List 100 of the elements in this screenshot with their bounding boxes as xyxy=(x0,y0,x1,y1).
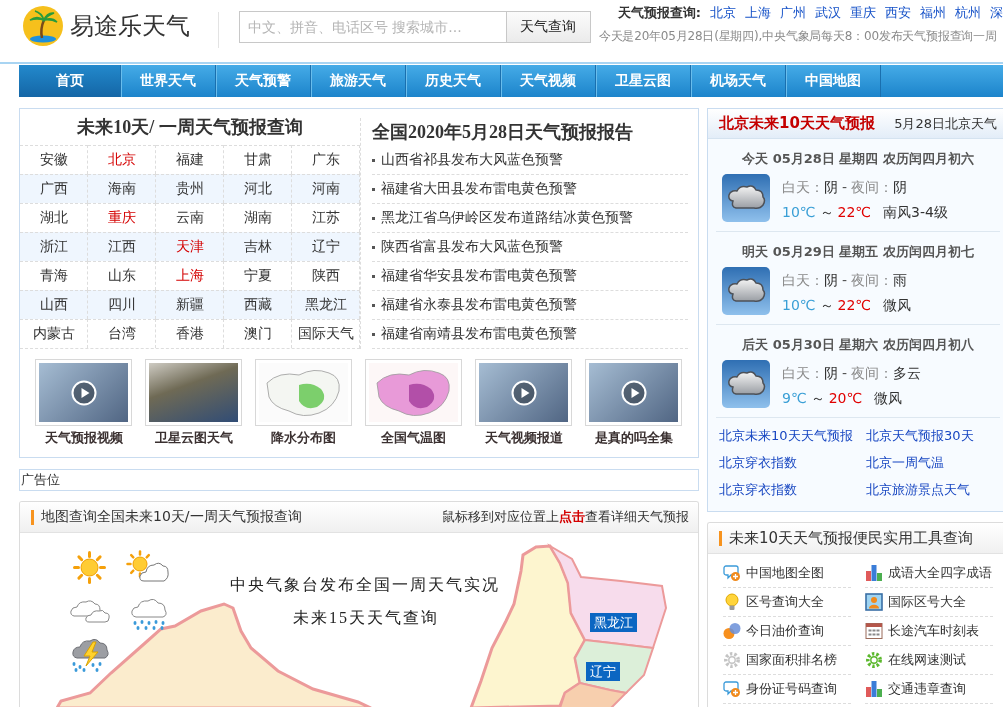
bullet-icon xyxy=(372,158,375,162)
panel-title: 未来10天/ 一周天气预报查询 xyxy=(76,116,304,139)
gear-icon xyxy=(723,651,741,669)
tool-link[interactable]: 国家面积排名榜 xyxy=(723,646,851,675)
play-icon[interactable] xyxy=(70,379,97,406)
search-button[interactable]: 天气查询 xyxy=(506,11,591,43)
province-link[interactable]: 台湾 xyxy=(88,319,156,348)
province-link[interactable]: 浙江 xyxy=(20,232,88,261)
report-title: 全国2020年5月28日天气预报报告 xyxy=(372,121,634,144)
overcast-cloud-icon xyxy=(722,360,770,408)
date-link[interactable]: 5月28日北京天气 xyxy=(894,114,997,133)
cloud-icon xyxy=(69,598,111,623)
video-placeholder[interactable] xyxy=(35,359,132,426)
city-link[interactable]: 武汉 xyxy=(815,4,841,22)
thunderstorm-icon xyxy=(69,636,111,673)
province-label[interactable]: 辽宁 xyxy=(586,662,620,681)
province-link[interactable]: 江西 xyxy=(88,232,156,261)
city-link[interactable]: 北京 xyxy=(710,4,736,22)
warning-link[interactable]: 福建省华安县发布雷电黄色预警 xyxy=(372,262,688,291)
city-link[interactable]: 福州 xyxy=(920,4,946,22)
warning-link[interactable]: 山西省祁县发布大风蓝色预警 xyxy=(372,146,688,175)
forecast-link[interactable]: 北京一周气温 xyxy=(866,449,1003,476)
province-link[interactable]: 贵州 xyxy=(156,174,224,203)
city-link[interactable]: 上海 xyxy=(745,4,771,22)
province-link[interactable]: 海南 xyxy=(88,174,156,203)
portrait-icon xyxy=(865,593,883,611)
province-link[interactable]: 四川 xyxy=(88,290,156,319)
forecast-link[interactable]: 北京旅游景点天气 xyxy=(866,476,1003,503)
province-link[interactable]: 天津 xyxy=(156,232,224,261)
forecast-link[interactable]: 北京穿衣指数 xyxy=(719,476,866,503)
tool-link[interactable]: 交通违章查询 xyxy=(865,675,993,704)
province-link[interactable]: 河南 xyxy=(292,174,360,203)
province-link[interactable]: 吉林 xyxy=(224,232,292,261)
tool-link[interactable]: 长途汽车时刻表 xyxy=(865,617,993,646)
wind-text: 微风 xyxy=(874,389,903,408)
ad-slot: 广告位 xyxy=(19,469,699,491)
tool-link[interactable]: 今日油价查询 xyxy=(723,617,851,646)
bullet-icon xyxy=(372,274,375,278)
province-link[interactable]: 国际天气 xyxy=(292,319,360,348)
tool-link[interactable]: 在线网速测试 xyxy=(865,646,993,675)
tool-link[interactable]: 中国地图全图 xyxy=(723,559,851,588)
province-link[interactable]: 山西 xyxy=(20,290,88,319)
warning-link[interactable]: 黑龙江省乌伊岭区发布道路结冰黄色预警 xyxy=(372,204,688,233)
thumbnail-caption[interactable]: 全国气温图 xyxy=(381,430,446,446)
tool-link[interactable]: 成语大全四字成语 xyxy=(865,559,993,588)
logo-icon[interactable] xyxy=(22,5,64,47)
province-link[interactable]: 香港 xyxy=(156,319,224,348)
province-link[interactable]: 辽宁 xyxy=(292,232,360,261)
forecast-link[interactable]: 北京穿衣指数 xyxy=(719,449,866,476)
section-title: 地图查询全国未来10天/一周天气预报查询 xyxy=(41,508,302,526)
province-label[interactable]: 黑龙江 xyxy=(590,613,637,632)
warning-link[interactable]: 福建省永泰县发布雷电黄色预警 xyxy=(372,291,688,320)
nav-tab[interactable]: 首页 xyxy=(19,65,121,97)
thumbnail-caption[interactable]: 卫星云图天气 xyxy=(154,430,233,446)
video-placeholder[interactable] xyxy=(585,359,682,426)
city-link[interactable]: 深 xyxy=(990,4,1003,22)
tool-link[interactable]: 身份证号码查询 xyxy=(723,675,851,704)
province-link[interactable]: 西藏 xyxy=(224,290,292,319)
calendar-icon xyxy=(865,622,883,640)
overcast-cloud-icon xyxy=(722,174,770,222)
forecast-link[interactable]: 北京天气预报30天 xyxy=(866,422,1003,449)
play-icon[interactable] xyxy=(510,379,537,406)
warning-link[interactable]: 福建省大田县发布雷电黄色预警 xyxy=(372,175,688,204)
province-link[interactable]: 新疆 xyxy=(156,290,224,319)
warning-link[interactable]: 陕西省富县发布大风蓝色预警 xyxy=(372,233,688,262)
gear-icon xyxy=(865,651,883,669)
bullet-icon xyxy=(372,216,375,220)
search-field[interactable]: 中文、拼音、电话区号 搜索城市... xyxy=(238,11,507,43)
play-icon[interactable] xyxy=(620,379,647,406)
province-link[interactable]: 广西 xyxy=(20,174,88,203)
province-link[interactable]: 澳门 xyxy=(224,319,292,348)
city-link[interactable]: 杭州 xyxy=(955,4,981,22)
video-placeholder[interactable] xyxy=(475,359,572,426)
bullet-icon xyxy=(372,332,375,336)
thumbnail-caption[interactable]: 降水分布图 xyxy=(271,430,336,446)
section-title: 未来10天天气预报便民实用工具查询 xyxy=(729,528,974,548)
city-link[interactable]: 重庆 xyxy=(850,4,876,22)
thumbnail-caption[interactable]: 天气视频报道 xyxy=(484,430,563,446)
site-name[interactable]: 易途乐天气 xyxy=(70,10,190,42)
light-bulb-icon xyxy=(723,593,741,611)
province-link[interactable]: 黑龙江 xyxy=(292,290,360,319)
tool-link[interactable]: 国际区号大全 xyxy=(865,588,993,617)
temperature-range: 10℃ ～ 22℃ xyxy=(782,203,872,222)
city-link[interactable]: 西安 xyxy=(885,4,911,22)
map-hint: 鼠标移到对应位置上点击查看详细天气预报 xyxy=(442,508,689,526)
city-link[interactable]: 广州 xyxy=(780,4,806,22)
speech-bubble-icon xyxy=(723,564,741,582)
province-link[interactable]: 河北 xyxy=(224,174,292,203)
warning-link[interactable]: 福建省南靖县发布雷电黄色预警 xyxy=(372,320,688,349)
tool-link[interactable]: 区号查询大全 xyxy=(723,588,851,617)
sun-icon xyxy=(73,551,106,584)
province-link[interactable]: 内蒙古 xyxy=(20,319,88,348)
weather-summary: 白天：阴 - 夜间：阴 xyxy=(782,178,909,197)
bar-chart-icon xyxy=(865,680,883,698)
forecast-link[interactable]: 北京未来10天天气预报 xyxy=(719,422,866,449)
temperature-range: 9℃ ～ 20℃ xyxy=(782,389,863,408)
photo-placeholder[interactable] xyxy=(145,359,242,426)
map-placeholder[interactable] xyxy=(365,359,462,426)
thumbnail-caption[interactable]: 天气预报视频 xyxy=(44,430,123,446)
thumbnail-caption[interactable]: 是真的吗全集 xyxy=(594,430,673,446)
